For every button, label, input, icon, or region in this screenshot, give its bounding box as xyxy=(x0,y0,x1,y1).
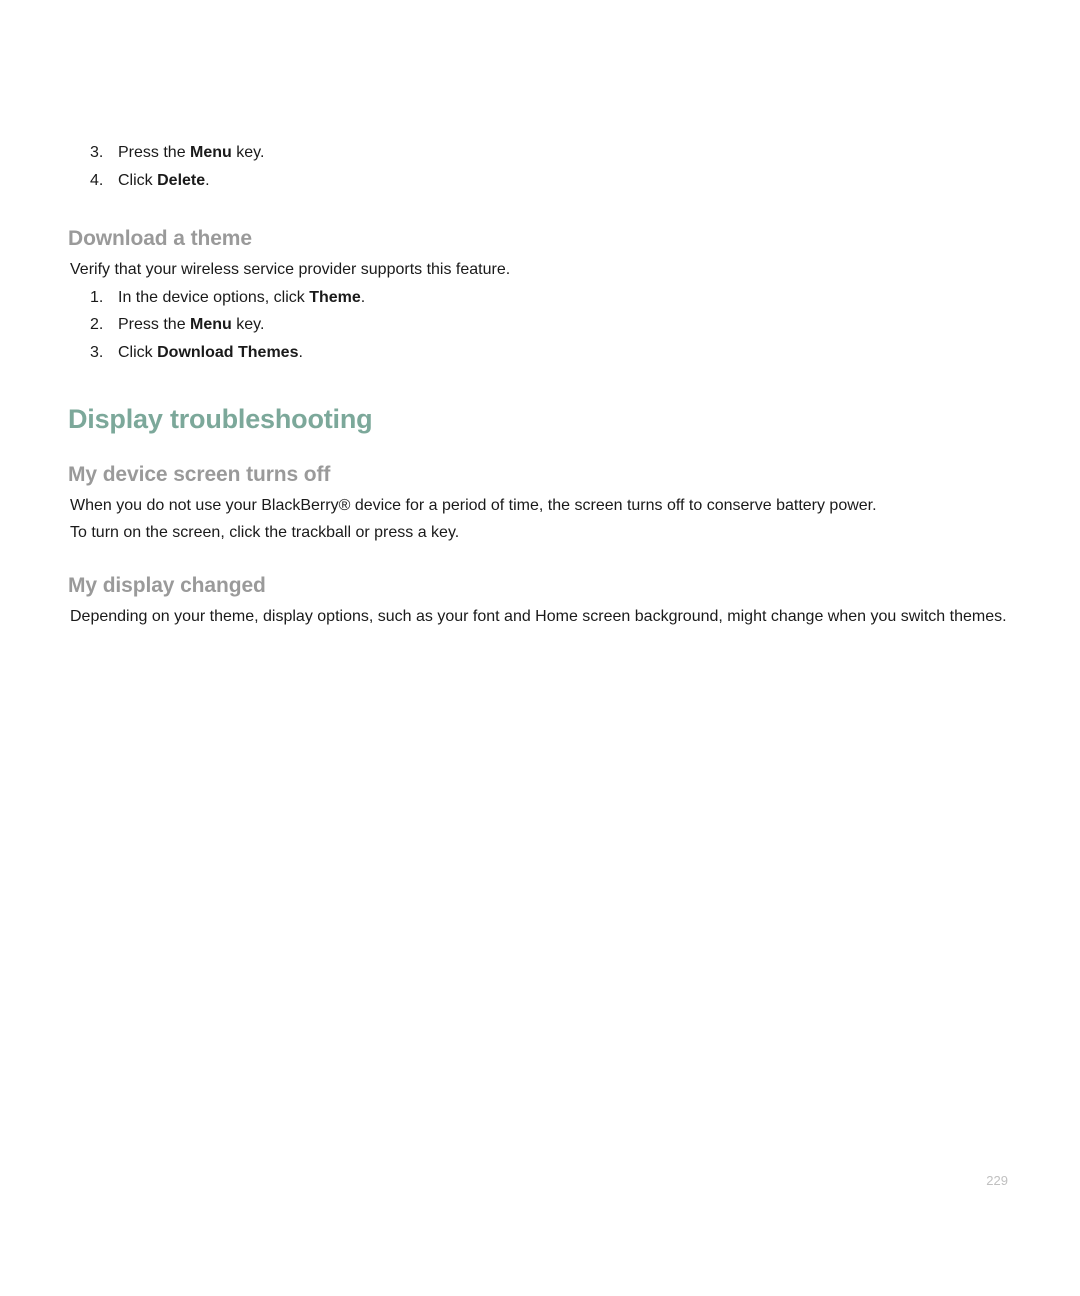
list-text-pre: Click xyxy=(118,172,157,189)
list-number: 3. xyxy=(90,140,103,166)
document-page: 3. Press the Menu key. 4. Click Delete. … xyxy=(0,0,1080,629)
list-text-bold: Menu xyxy=(190,316,232,333)
list-text-bold: Menu xyxy=(190,144,232,161)
list-text-post: key. xyxy=(232,144,265,161)
list-text-post: . xyxy=(298,344,302,361)
list-text-post: . xyxy=(205,172,209,189)
heading-screen-turns-off: My device screen turns off xyxy=(68,463,1012,487)
list-text-pre: Press the xyxy=(118,144,190,161)
list-number: 2. xyxy=(90,312,103,338)
screen-off-para2: To turn on the screen, click the trackba… xyxy=(68,520,1012,546)
list-item: 2. Press the Menu key. xyxy=(118,312,1012,338)
list-text-post: . xyxy=(361,289,365,306)
download-theme-intro: Verify that your wireless service provid… xyxy=(68,257,1012,283)
list-text-pre: Press the xyxy=(118,316,190,333)
list-number: 3. xyxy=(90,340,103,366)
download-theme-list: 1. In the device options, click Theme. 2… xyxy=(68,285,1012,366)
list-text-pre: In the device options, click xyxy=(118,289,309,306)
heading-display-changed: My display changed xyxy=(68,574,1012,598)
list-item: 3. Press the Menu key. xyxy=(118,140,1012,166)
list-text-bold: Delete xyxy=(157,172,205,189)
heading-display-troubleshooting: Display troubleshooting xyxy=(68,404,1012,435)
list-item: 4. Click Delete. xyxy=(118,168,1012,194)
list-text-post: key. xyxy=(232,316,265,333)
heading-download-theme: Download a theme xyxy=(68,227,1012,251)
display-changed-para1: Depending on your theme, display options… xyxy=(68,604,1012,630)
list-text-bold: Theme xyxy=(309,289,361,306)
list-number: 4. xyxy=(90,168,103,194)
list-item: 1. In the device options, click Theme. xyxy=(118,285,1012,311)
list-item: 3. Click Download Themes. xyxy=(118,340,1012,366)
page-number: 229 xyxy=(986,1173,1008,1188)
list-text-pre: Click xyxy=(118,344,157,361)
list-number: 1. xyxy=(90,285,103,311)
top-steps-list: 3. Press the Menu key. 4. Click Delete. xyxy=(68,140,1012,193)
screen-off-para1: When you do not use your BlackBerry® dev… xyxy=(68,493,1012,519)
list-text-bold: Download Themes xyxy=(157,344,298,361)
